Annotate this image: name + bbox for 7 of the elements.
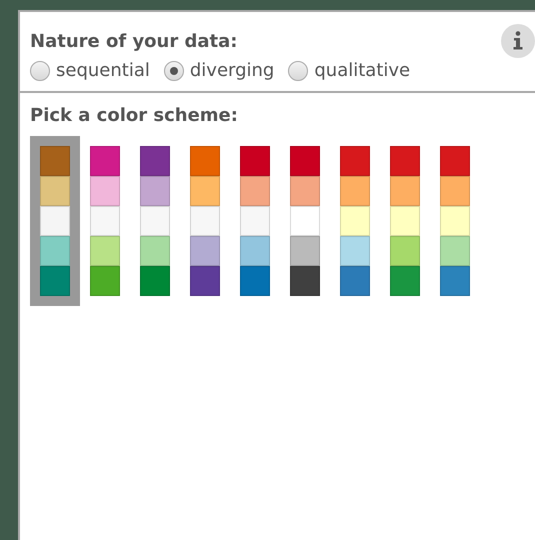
info-icon[interactable]	[501, 24, 535, 58]
radio-option[interactable]: diverging	[164, 60, 274, 81]
color-scheme-option[interactable]	[30, 136, 80, 306]
radio-option[interactable]: qualitative	[288, 60, 410, 81]
radio-option[interactable]: sequential	[30, 60, 150, 81]
section-heading: Pick a color scheme:	[30, 105, 238, 126]
section-heading: Nature of your data:	[30, 30, 238, 52]
